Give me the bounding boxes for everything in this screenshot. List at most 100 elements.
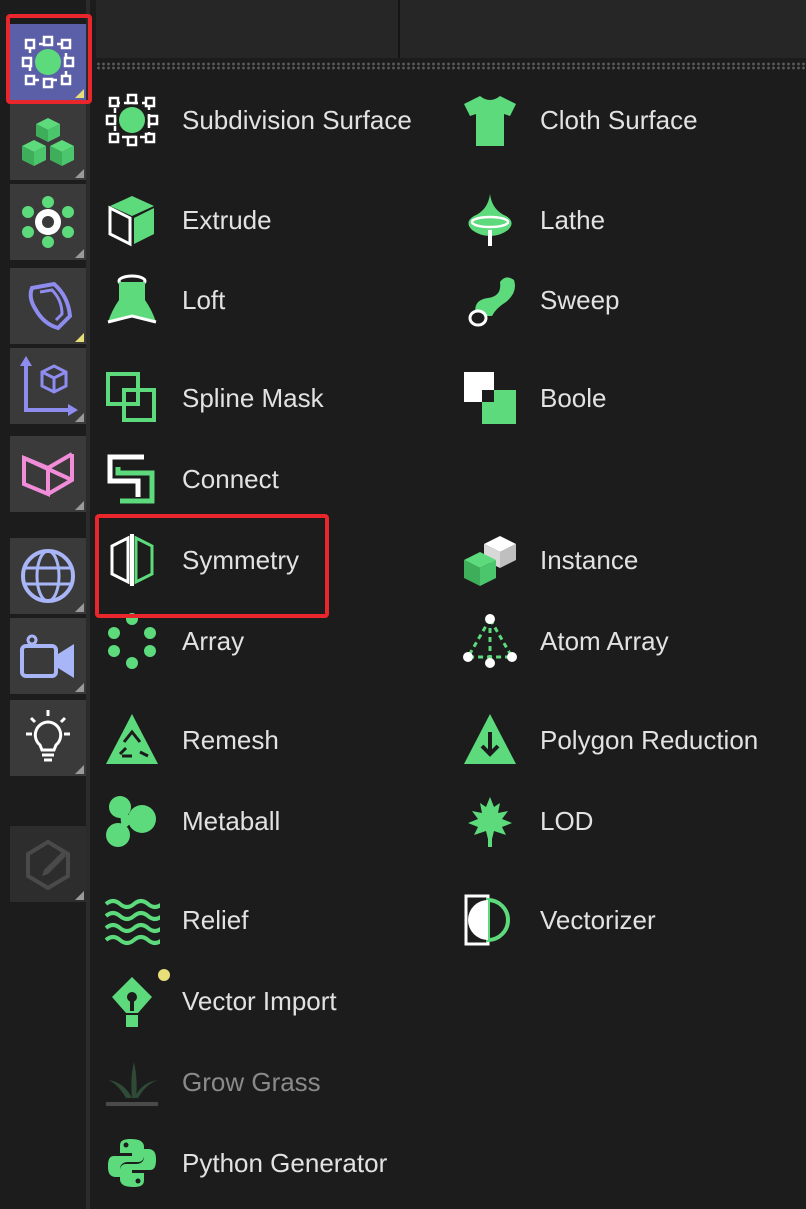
menu-item-instance[interactable]: Instance [462, 528, 638, 592]
menu-item-symmetry[interactable]: Symmetry [104, 528, 299, 592]
menu-item-lod[interactable]: LOD [462, 789, 593, 853]
submenu-indicator [75, 413, 84, 422]
cubes-icon [22, 118, 74, 166]
vector-import-icon [104, 969, 170, 1029]
toolbar-camera-button[interactable] [10, 618, 86, 694]
new-feature-badge [158, 969, 170, 981]
submenu-indicator [75, 765, 84, 774]
toolbar-edit-button[interactable] [10, 826, 86, 902]
menu-item-sweep[interactable]: Sweep [462, 268, 620, 332]
menu-item-label: Array [182, 625, 245, 656]
menu-item-label: Vector Import [182, 985, 337, 1016]
subdivision-surface-icon [104, 92, 160, 148]
menu-item-polygon-reduction[interactable]: Polygon Reduction [462, 708, 758, 772]
spline-mask-icon [104, 370, 160, 426]
menu-item-lathe[interactable]: Lathe [462, 188, 605, 252]
menu-item-label: LOD [540, 805, 594, 836]
menu-item-array[interactable]: Array [104, 609, 244, 673]
atom-array-icon [462, 613, 518, 669]
camera-icon [20, 634, 74, 678]
boole-icon [462, 370, 518, 426]
submenu-indicator [75, 169, 84, 178]
toolbar-splines-button[interactable] [10, 348, 86, 424]
python-generator-icon [104, 1135, 160, 1191]
menu-item-loft[interactable]: Loft [104, 268, 225, 332]
menu-item-extrude[interactable]: Extrude [104, 188, 272, 252]
sweep-icon [462, 272, 518, 328]
array-icon [104, 613, 160, 669]
top-bar-divider [398, 0, 400, 58]
menu-item-label: Extrude [182, 204, 272, 235]
submenu-indicator [75, 249, 84, 258]
menu-item-spline-mask[interactable]: Spline Mask [104, 366, 324, 430]
menu-item-label: Metaball [182, 805, 281, 836]
remesh-icon [104, 712, 160, 768]
lathe-icon [462, 192, 518, 248]
polygon-reduction-icon [462, 712, 518, 768]
menu-item-atom-array[interactable]: Atom Array [462, 609, 669, 673]
menu-item-label: Subdivision Surface [182, 104, 412, 135]
toolbar-environment-button[interactable] [10, 538, 86, 614]
relief-icon [104, 892, 160, 948]
submenu-indicator [75, 501, 84, 510]
lod-icon [462, 793, 518, 849]
menu-item-label: Cloth Surface [540, 104, 698, 135]
menu-item-relief[interactable]: Relief [104, 888, 248, 952]
menu-item-label: Instance [540, 544, 639, 575]
submenu-indicator [75, 89, 84, 98]
menu-item-label: Spline Mask [182, 382, 324, 413]
menu-item-label: Relief [182, 904, 249, 935]
subdivision-generator-icon [21, 35, 75, 89]
menu-item-label: Python Generator [182, 1147, 388, 1178]
menu-item-metaball[interactable]: Metaball [104, 789, 280, 853]
menu-item-label: Sweep [540, 284, 620, 315]
submenu-indicator [75, 333, 84, 342]
instance-icon [462, 532, 518, 588]
menu-item-label: Polygon Reduction [540, 724, 759, 755]
submenu-indicator [75, 891, 84, 900]
light-bulb-icon [26, 710, 70, 762]
toolbar-primitives-button[interactable] [10, 104, 86, 180]
gear-cluster-icon [22, 196, 74, 248]
menu-item-grow-grass: Grow Grass [104, 1050, 321, 1114]
menu-item-subdivision-surface[interactable]: Subdivision Surface [104, 88, 412, 152]
submenu-indicator [75, 683, 84, 692]
edit-disabled-icon [26, 839, 70, 891]
menu-item-label: Vectorizer [540, 904, 656, 935]
loft-icon [104, 272, 160, 328]
menu-item-label: Symmetry [182, 544, 299, 575]
toolbar-divider [86, 0, 90, 1209]
metaball-icon [104, 793, 160, 849]
globe-icon [21, 549, 75, 603]
top-bar [96, 0, 806, 58]
menu-item-label: Grow Grass [182, 1066, 321, 1097]
menu-item-label: Loft [182, 284, 226, 315]
symmetry-icon [104, 532, 160, 588]
menu-item-remesh[interactable]: Remesh [104, 708, 279, 772]
menu-item-connect[interactable]: Connect [104, 447, 279, 511]
menu-item-cloth-surface[interactable]: Cloth Surface [462, 88, 698, 152]
toolbar-generators-button[interactable] [10, 24, 86, 100]
axis-cube-icon [20, 356, 78, 416]
connect-icon [104, 451, 160, 507]
left-toolbar [0, 0, 92, 1209]
pink-fields-icon [22, 452, 74, 497]
grow-grass-icon [104, 1054, 160, 1110]
menu-item-label: Boole [540, 382, 607, 413]
toolbar-modifiers-button[interactable] [10, 184, 86, 260]
menu-item-vectorizer[interactable]: Vectorizer [462, 888, 656, 952]
menu-item-boole[interactable]: Boole [462, 366, 607, 430]
submenu-indicator [75, 603, 84, 612]
menu-item-vector-import[interactable]: Vector Import [104, 969, 337, 1033]
extrude-icon [104, 192, 160, 248]
menu-item-label: Atom Array [540, 625, 669, 656]
menu-item-python-generator[interactable]: Python Generator [104, 1131, 387, 1195]
toolbar-light-button[interactable] [10, 700, 86, 776]
deformer-shape-icon [28, 281, 73, 331]
generators-palette: Subdivision Surface Extrude Loft Spline … [0, 0, 806, 1209]
cloth-surface-icon [462, 92, 518, 148]
toolbar-fields-button[interactable] [10, 436, 86, 512]
palette-drag-handle[interactable] [96, 62, 806, 70]
toolbar-deformers-button[interactable] [10, 268, 86, 344]
menu-item-label: Remesh [182, 724, 279, 755]
